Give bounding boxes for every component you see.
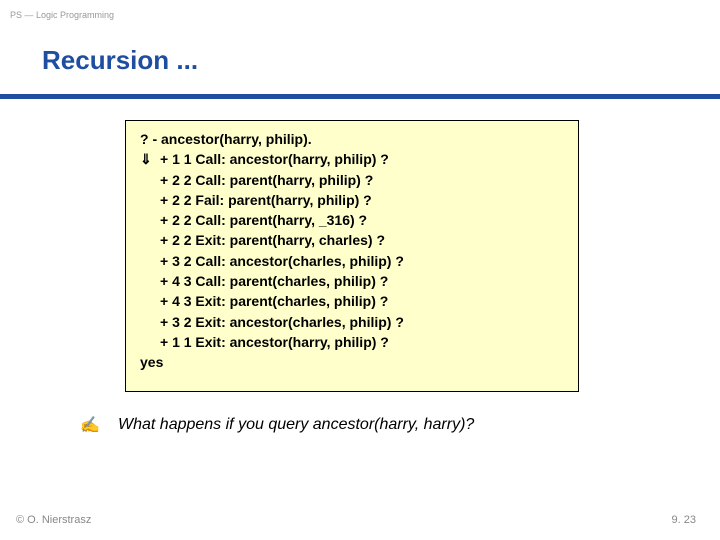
trace-text: + 2 2 Call: parent(harry, philip) ? xyxy=(160,170,373,190)
trace-line: + 4 3 Exit: parent(charles, philip) ? xyxy=(140,291,568,311)
trace-text: + 3 2 Exit: ancestor(charles, philip) ? xyxy=(160,312,404,332)
trace-line: ⇓ + 1 1 Call: ancestor(harry, philip) ? xyxy=(140,149,568,169)
trace-text: + 2 2 Exit: parent(harry, charles) ? xyxy=(160,230,385,250)
trace-line: + 1 1 Exit: ancestor(harry, philip) ? xyxy=(140,332,568,352)
footer-copyright: © O. Nierstrasz xyxy=(16,514,91,526)
slide-title: Recursion ... xyxy=(42,45,198,76)
trace-text: + 4 3 Call: parent(charles, philip) ? xyxy=(160,271,388,291)
footer-page-number: 9. 23 xyxy=(672,514,696,526)
trace-text: + 3 2 Call: ancestor(charles, philip) ? xyxy=(160,251,404,271)
down-arrow-icon: ⇓ xyxy=(140,149,160,169)
indent xyxy=(140,170,160,190)
trace-line: + 2 2 Call: parent(harry, philip) ? xyxy=(140,170,568,190)
indent xyxy=(140,271,160,291)
trace-text: + 4 3 Exit: parent(charles, philip) ? xyxy=(160,291,388,311)
trace-code-box: ? - ancestor(harry, philip). ⇓ + 1 1 Cal… xyxy=(125,120,579,392)
question-row: ✍ What happens if you query ancestor(har… xyxy=(80,415,474,435)
query-line: ? - ancestor(harry, philip). xyxy=(140,129,568,149)
course-label: PS — Logic Programming xyxy=(10,10,114,20)
indent xyxy=(140,210,160,230)
trace-text: + 2 2 Call: parent(harry, _316) ? xyxy=(160,210,367,230)
indent xyxy=(140,190,160,210)
trace-line: + 4 3 Call: parent(charles, philip) ? xyxy=(140,271,568,291)
trace-line: + 2 2 Fail: parent(harry, philip) ? xyxy=(140,190,568,210)
trace-line: + 2 2 Call: parent(harry, _316) ? xyxy=(140,210,568,230)
indent xyxy=(140,230,160,250)
writing-hand-icon: ✍ xyxy=(80,415,100,435)
question-text: What happens if you query ancestor(harry… xyxy=(118,416,474,434)
indent xyxy=(140,312,160,332)
trace-line: + 2 2 Exit: parent(harry, charles) ? xyxy=(140,230,568,250)
indent xyxy=(140,291,160,311)
indent xyxy=(140,251,160,271)
trace-text: + 1 1 Call: ancestor(harry, philip) ? xyxy=(160,149,389,169)
trace-line: + 3 2 Call: ancestor(charles, philip) ? xyxy=(140,251,568,271)
trace-text: + 1 1 Exit: ancestor(harry, philip) ? xyxy=(160,332,389,352)
trace-line: + 3 2 Exit: ancestor(charles, philip) ? xyxy=(140,312,568,332)
trace-text: + 2 2 Fail: parent(harry, philip) ? xyxy=(160,190,372,210)
title-divider xyxy=(0,94,720,99)
result-line: yes xyxy=(140,352,568,372)
indent xyxy=(140,332,160,352)
